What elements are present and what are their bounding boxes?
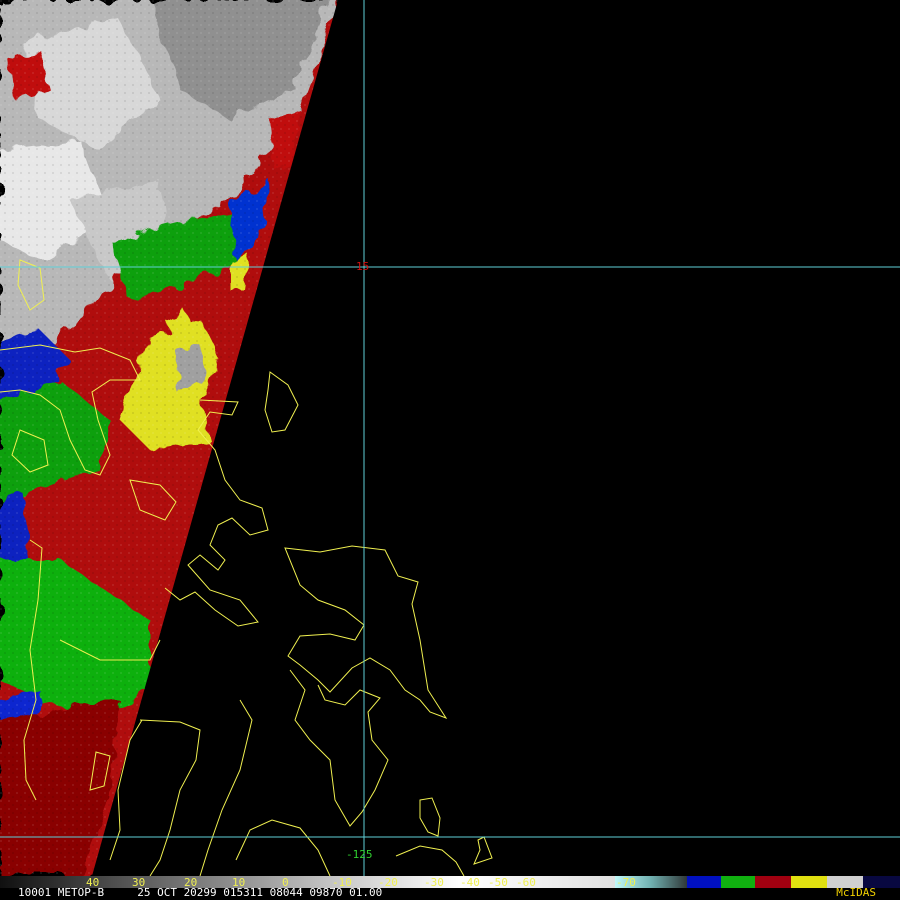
red-segment <box>755 876 791 888</box>
colorbar-tick-label: -60 <box>516 876 536 888</box>
longitude-label: -125 <box>346 848 373 861</box>
satellite-image-viewer: 15 -125 40 30 20 10 0 -10 -20 -30 -40 -50 -60 -70 <box>0 0 900 900</box>
green-segment <box>721 876 755 888</box>
latitude-label: 15 <box>356 260 369 273</box>
yellow-segment <box>791 876 827 888</box>
colorbar-tick-label: -50 <box>488 876 508 888</box>
infrared-satellite-image: 15 -125 <box>0 0 900 876</box>
mcidas-brand: McIDAS <box>836 886 876 899</box>
colorbar-tick-label: -40 <box>460 876 480 888</box>
blue-segment <box>687 876 721 888</box>
colorbar-tick-label: -70 <box>616 876 636 888</box>
status-bar: 10001 METOP-B 25 OCT 20299 015311 08044 … <box>0 886 900 900</box>
image-metadata: 10001 METOP-B 25 OCT 20299 015311 08044 … <box>18 886 383 899</box>
colorbar-tick-label: -30 <box>424 876 444 888</box>
